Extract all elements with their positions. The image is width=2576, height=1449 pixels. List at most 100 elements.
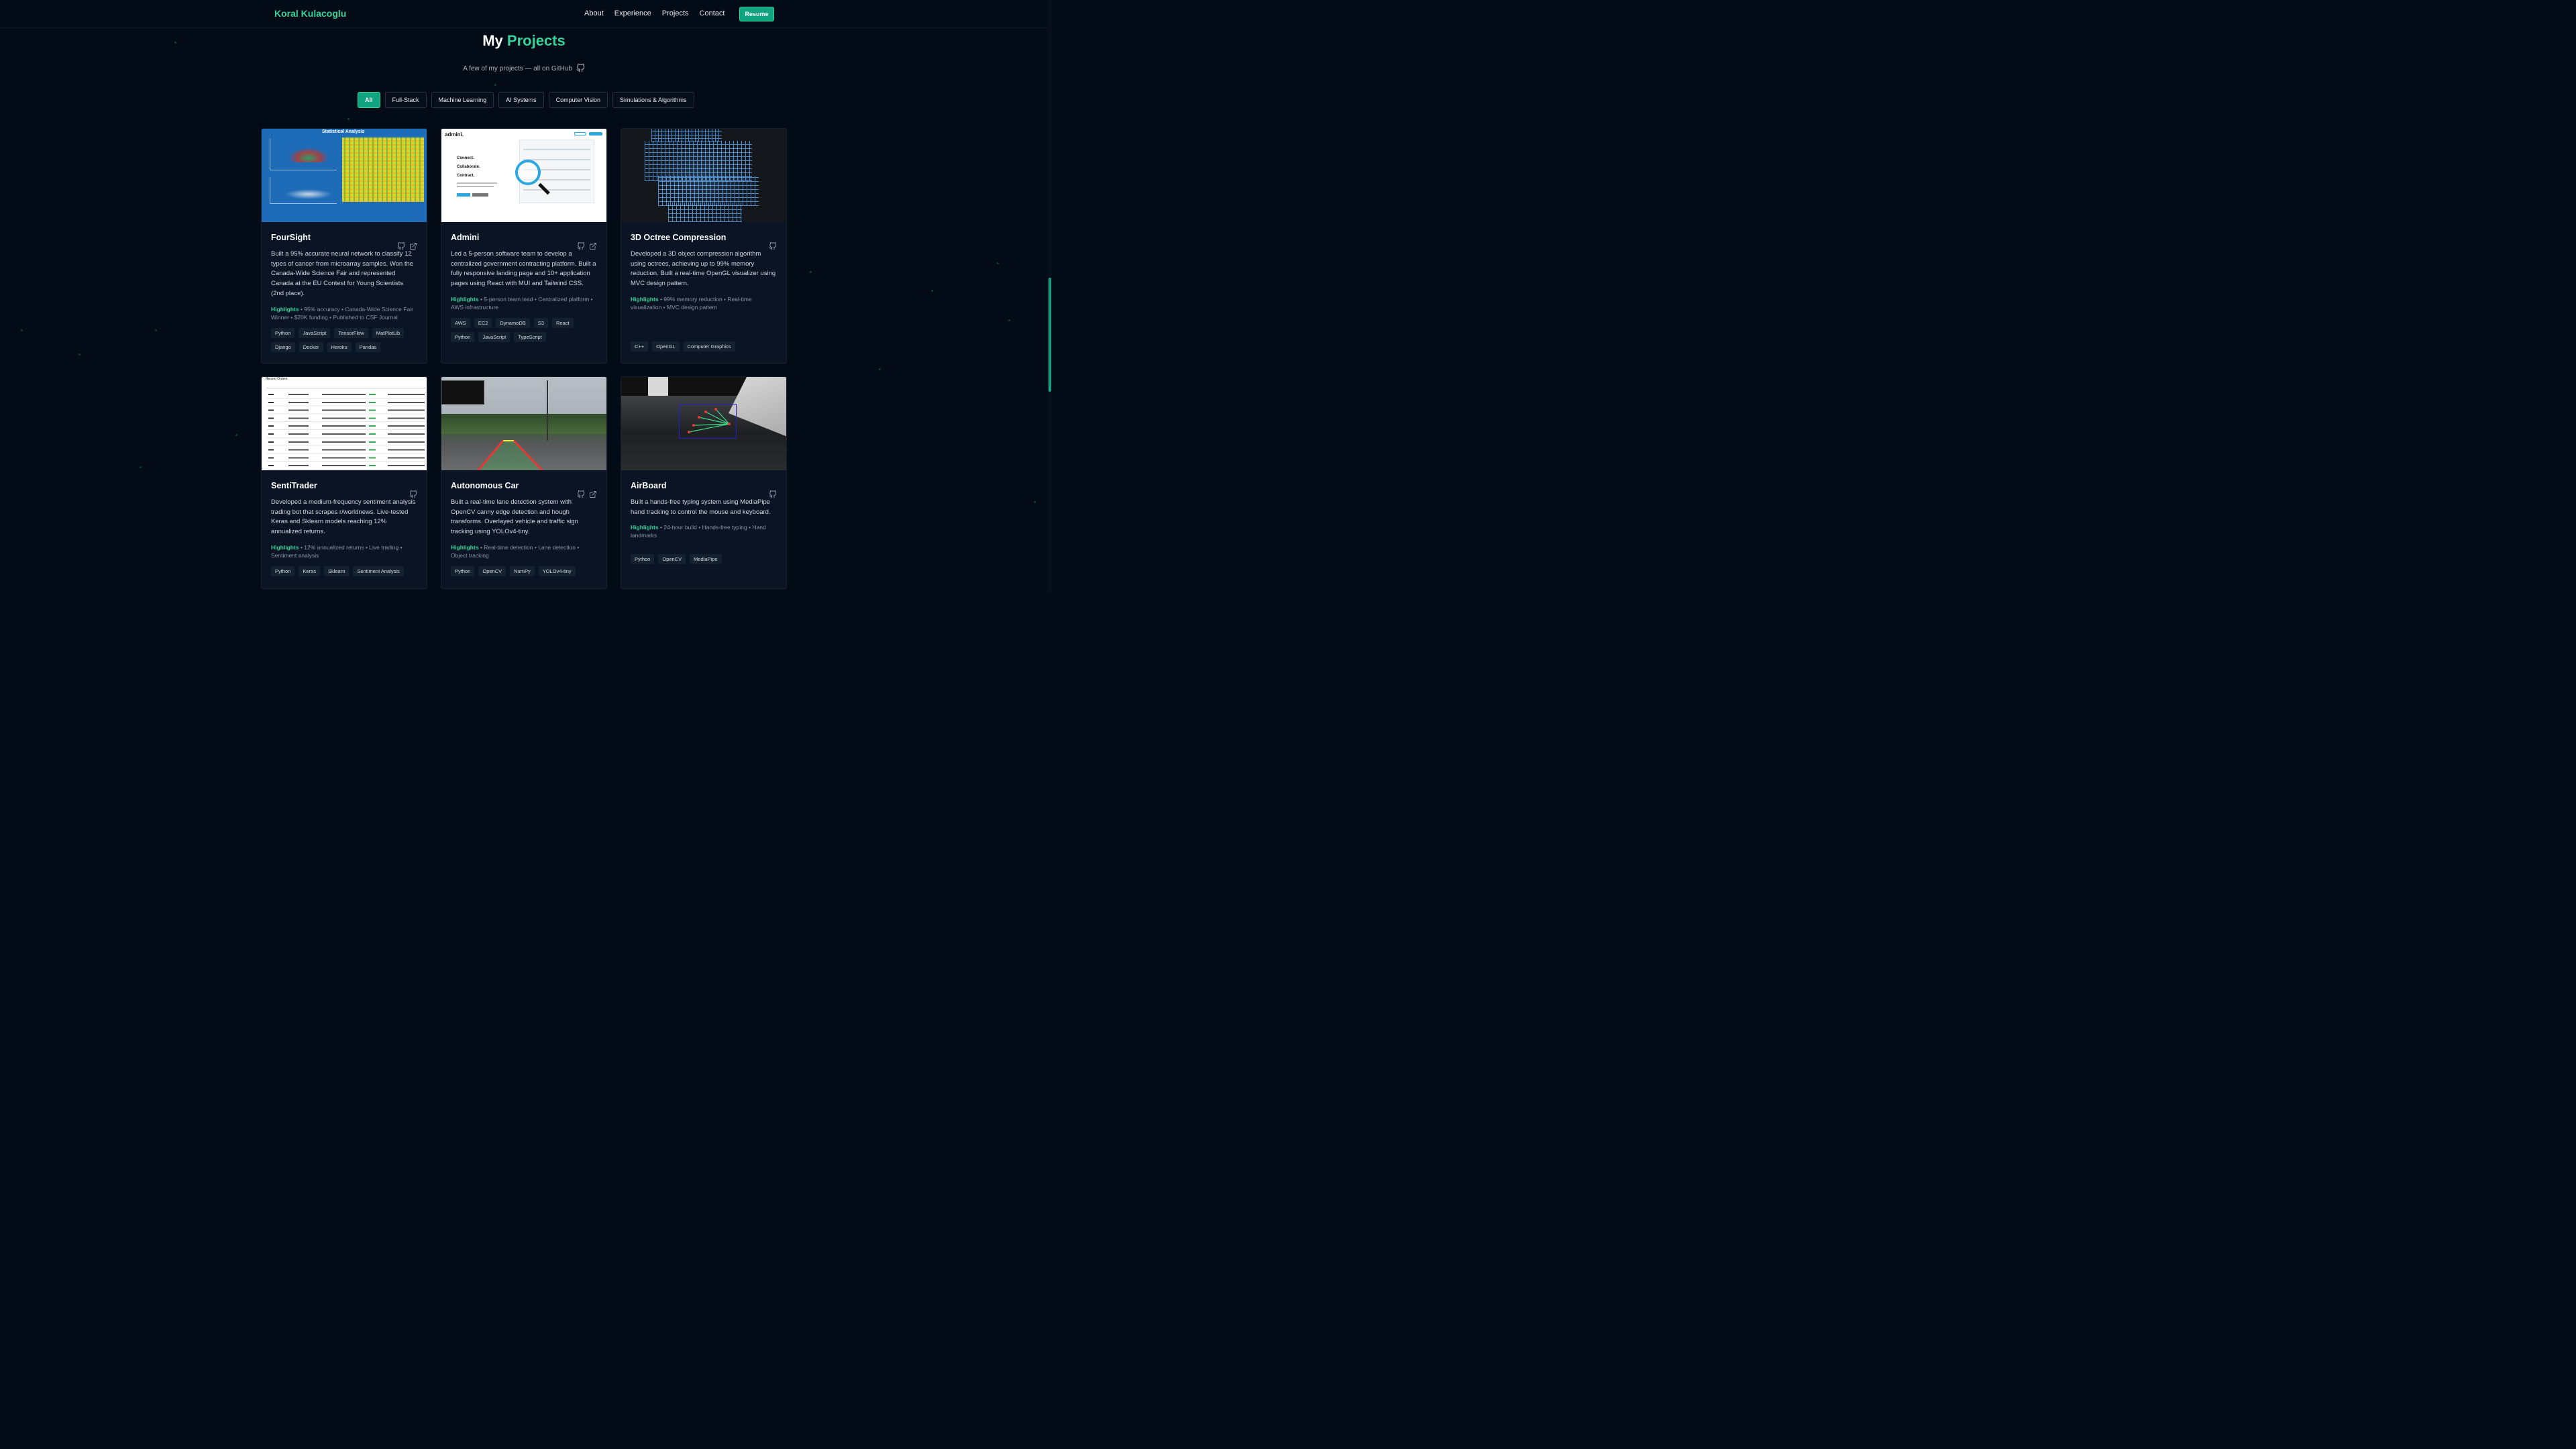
tech-tag: Python [631, 554, 655, 565]
project-highlights: Highlights • 99% memory reduction • Real… [631, 295, 777, 311]
project-highlights: Highlights • 24-hour build • Hands-free … [631, 523, 777, 539]
project-thumbnail: Statistical Analysis [262, 129, 427, 222]
filter-bar: All Full-Stack Machine Learning AI Syste… [358, 92, 694, 108]
filter-computer-vision[interactable]: Computer Vision [548, 92, 608, 108]
tech-tags: Python Keras Sklearn Sentiment Analysis [271, 566, 417, 576]
highlights-label: Highlights [451, 295, 479, 303]
project-description: Developed a medium-frequency sentiment a… [271, 498, 416, 536]
project-thumbnail: Recent Orders [262, 377, 427, 470]
tech-tag: EC2 [474, 317, 492, 328]
tech-tags: AWS EC2 DynamoDB S3 React Python JavaScr… [451, 317, 597, 342]
project-card-sentitrader[interactable]: Recent Orders SentiTrader Developed a me… [261, 376, 427, 589]
nav-projects[interactable]: Projects [662, 9, 689, 17]
project-card-admini[interactable]: admini. Connect. Collaborate. Contract. Ad… [441, 128, 607, 364]
filter-full-stack[interactable]: Full-Stack [384, 92, 427, 108]
tech-tags: Python JavaScript TensorFlow MatPlotLib … [271, 327, 417, 352]
filter-simulations-algorithms[interactable]: Simulations & Algorithms [612, 92, 694, 108]
project-title: 3D Octree Compression [631, 233, 727, 242]
card-body: AirBoard Built a hands-free typing syste… [621, 481, 786, 565]
project-highlights: Highlights • Real-time detection • Lane … [451, 543, 597, 559]
tech-tag: Python [271, 327, 295, 338]
project-card-foursight[interactable]: Statistical Analysis FourSight Built a 9… [261, 128, 427, 364]
project-title: AirBoard [631, 481, 667, 490]
project-title: Admini [451, 233, 480, 242]
tech-tag: TensorFlow [334, 327, 368, 338]
nav-contact[interactable]: Contact [700, 9, 725, 17]
github-icon[interactable] [769, 242, 777, 250]
tech-tag: MatPlotLib [372, 327, 405, 338]
tech-tag: OpenCV [478, 566, 506, 576]
project-description: Built a hands-free typing system using M… [631, 498, 771, 516]
nav-links: About Experience Projects Contact [584, 9, 735, 17]
tech-tag: Django [271, 341, 295, 352]
tech-tag: Python [451, 566, 475, 576]
project-title: FourSight [271, 233, 311, 242]
tech-tag: Sentiment Analysis [353, 566, 404, 576]
hand-landmarks [688, 408, 731, 433]
project-description: Developed a 3D object compression algori… [631, 250, 776, 288]
tech-tag: NumPy [510, 566, 535, 576]
card-body: SentiTrader Developed a medium-frequency… [262, 481, 427, 576]
page-subtitle: A few of my projects — all on GitHub [0, 63, 1048, 72]
github-icon[interactable] [577, 490, 585, 498]
card-body: Admini Led a 5-person software team to d… [441, 233, 606, 342]
card-links [769, 242, 777, 250]
external-link-icon[interactable] [589, 242, 597, 250]
tech-tag: React [551, 317, 574, 328]
card-links [397, 242, 417, 250]
project-thumbnail: admini. Connect. Collaborate. Contract. [441, 129, 606, 222]
project-title: SentiTrader [271, 481, 317, 490]
project-highlights: Highlights • 12% annualized returns • Li… [271, 543, 417, 559]
project-card-3d-octree-compression[interactable]: 3D Octree Compression Developed a 3D obj… [621, 128, 787, 364]
card-links [577, 490, 597, 498]
tech-tag: Docker [299, 341, 323, 352]
project-card-airboard[interactable]: AirBoard Built a hands-free typing syste… [621, 376, 787, 589]
project-highlights: Highlights • 95% accuracy • Canada-Wide … [271, 305, 417, 321]
project-thumbnail [621, 129, 786, 222]
project-description: Built a 95% accurate neural network to c… [271, 250, 414, 297]
nav-about[interactable]: About [584, 9, 604, 17]
tech-tag: TypeScript [514, 331, 546, 342]
card-links [769, 490, 777, 498]
highlights-label: Highlights [631, 524, 659, 531]
card-links [409, 490, 417, 498]
project-thumbnail [621, 377, 786, 470]
highlights-label: Highlights [451, 543, 479, 551]
github-icon[interactable] [769, 490, 777, 498]
title-accent: Projects [506, 32, 566, 49]
highlights-label: Highlights [631, 295, 659, 303]
nav-experience[interactable]: Experience [614, 9, 651, 17]
project-title: Autonomous Car [451, 481, 519, 490]
github-icon[interactable] [409, 490, 417, 498]
tech-tag: AWS [451, 317, 470, 328]
tech-tag: Sklearn [323, 566, 350, 576]
tech-tag: DynamoDB [496, 317, 530, 328]
github-icon[interactable] [397, 242, 405, 250]
tech-tag: JavaScript [299, 327, 331, 338]
filter-ai-systems[interactable]: AI Systems [498, 92, 544, 108]
card-body: Autonomous Car Built a real-time lane de… [441, 481, 606, 576]
card-body: 3D Octree Compression Developed a 3D obj… [621, 233, 786, 352]
resume-button[interactable]: Resume [739, 7, 774, 21]
project-card-autonomous-car[interactable]: Autonomous Car Built a real-time lane de… [441, 376, 607, 589]
github-icon[interactable] [576, 63, 585, 72]
lane-overlay [477, 439, 543, 470]
github-icon[interactable] [577, 242, 585, 250]
tech-tag: MediaPipe [690, 554, 722, 565]
card-body: FourSight Built a 95% accurate neural ne… [262, 233, 427, 352]
tech-tag: S3 [533, 317, 548, 328]
external-link-icon[interactable] [409, 242, 417, 250]
brand-logo[interactable]: Koral Kulacoglu [274, 8, 346, 19]
filter-machine-learning[interactable]: Machine Learning [431, 92, 494, 108]
tech-tag: Python [451, 331, 475, 342]
tech-tags: Python OpenCV NumPy YOLOv4-tiny [451, 566, 597, 576]
tech-tag: Computer Graphics [683, 341, 735, 352]
subtitle-text: A few of my projects — all on GitHub [463, 65, 573, 72]
scrollbar-thumb[interactable] [1049, 278, 1051, 392]
filter-all[interactable]: All [358, 92, 380, 108]
external-link-icon[interactable] [589, 490, 597, 498]
thumb-caption: Recent Orders [266, 377, 288, 381]
tech-tags: Python OpenCV MediaPipe [631, 554, 777, 565]
tech-tag: OpenCV [658, 554, 686, 565]
page-title: My Projects [0, 32, 1048, 50]
